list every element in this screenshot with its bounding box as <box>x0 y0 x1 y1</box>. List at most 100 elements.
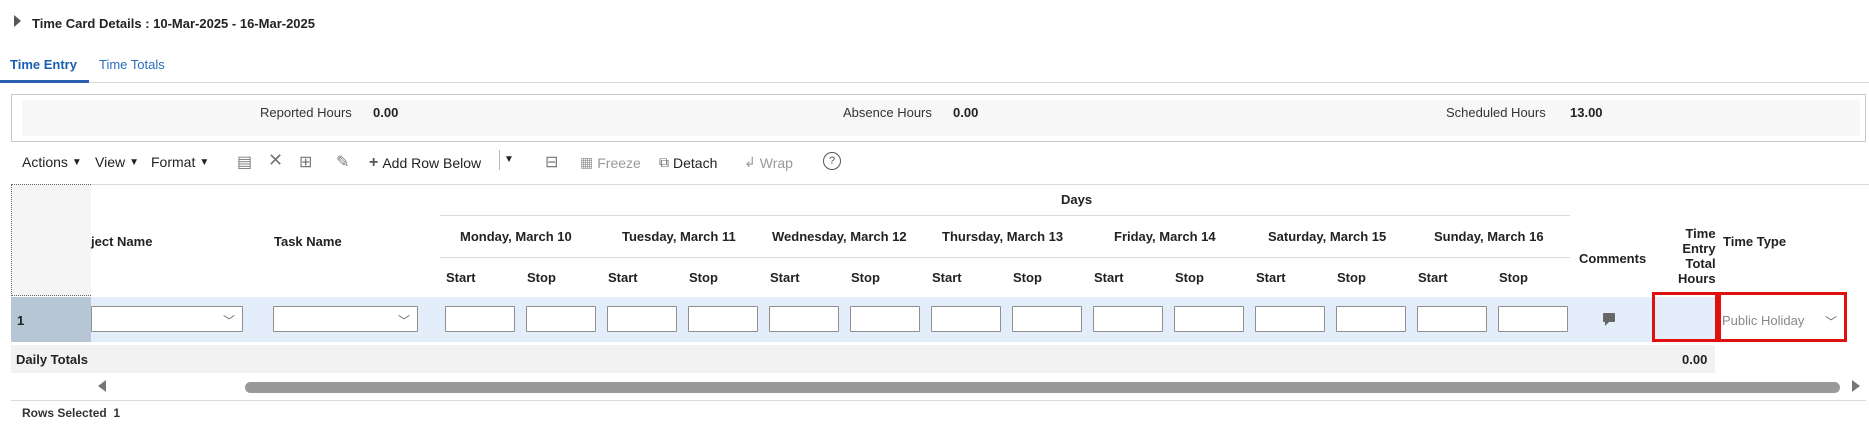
dates-divider <box>440 257 1570 258</box>
chevron-down-icon: ﹀ <box>223 314 236 328</box>
day-header-tuesday: Tuesday, March 11 <box>622 229 736 244</box>
reported-hours-value: 0.00 <box>373 105 399 120</box>
freeze-button[interactable]: ▦ Freeze <box>580 154 641 171</box>
view-label: View <box>95 154 126 170</box>
help-icon[interactable]: ? <box>823 152 841 170</box>
days-header: Days <box>1061 192 1093 207</box>
sunday-stop-input[interactable] <box>1498 306 1568 332</box>
scroll-left-arrow[interactable] <box>98 380 106 392</box>
format-label: Format <box>151 154 196 170</box>
stop-header: Stop <box>851 270 880 285</box>
grid-top-line <box>91 184 1869 185</box>
header-line: Time <box>1685 226 1716 241</box>
wrap-button[interactable]: ↲ Wrap <box>744 154 793 171</box>
wrap-label: Wrap <box>759 154 793 171</box>
highlight-box-time-type <box>1718 292 1847 342</box>
thursday-stop-input[interactable] <box>1012 306 1082 332</box>
start-header: Start <box>770 270 800 285</box>
day-header-thursday: Thursday, March 13 <box>942 229 1064 244</box>
plus-icon: + <box>369 154 379 171</box>
detach-button[interactable]: ⧉ Detach <box>659 154 717 171</box>
row-header-column <box>11 184 91 296</box>
caret-down-icon: ▼ <box>199 156 210 168</box>
chevron-down-icon: ﹀ <box>398 314 411 328</box>
monday-start-input[interactable] <box>445 306 515 332</box>
stop-header: Stop <box>1337 270 1366 285</box>
edit-pencil-icon[interactable]: ✎ <box>336 152 349 172</box>
sunday-start-input[interactable] <box>1417 306 1487 332</box>
friday-stop-input[interactable] <box>1174 306 1244 332</box>
tab-time-totals[interactable]: Time Totals <box>99 57 165 72</box>
freeze-label: Freeze <box>597 154 641 171</box>
absence-hours-value: 0.00 <box>953 105 979 120</box>
copy-icon[interactable]: ▤ <box>237 152 252 172</box>
highlight-box-total-hours <box>1652 292 1718 342</box>
reported-hours-label: Reported Hours <box>260 105 352 120</box>
scheduled-hours-value: 13.00 <box>1570 105 1603 120</box>
task-name-select[interactable]: ﹀ <box>273 306 418 332</box>
freeze-icon: ▦ <box>580 154 594 170</box>
wednesday-start-input[interactable] <box>769 306 839 332</box>
daily-totals-row <box>11 345 1715 373</box>
page-title: Time Card Details : 10-Mar-2025 - 16-Mar… <box>32 16 315 31</box>
daily-totals-label: Daily Totals <box>16 352 89 367</box>
comment-icon[interactable] <box>1603 313 1615 326</box>
saturday-stop-input[interactable] <box>1336 306 1406 332</box>
time-entry-total-hours-header: Time Entry Total Hours <box>1678 226 1716 286</box>
header-line: Entry <box>1682 241 1716 256</box>
start-header: Start <box>1418 270 1448 285</box>
start-header: Start <box>608 270 638 285</box>
day-header-friday: Friday, March 14 <box>1114 229 1216 244</box>
stop-header: Stop <box>1499 270 1528 285</box>
toolbar-separator <box>499 150 500 170</box>
format-menu[interactable]: Format ▼ <box>151 154 209 170</box>
rows-selected-status: Rows Selected 1 <box>22 406 120 420</box>
scheduled-hours-label: Scheduled Hours <box>1446 105 1546 120</box>
monday-stop-input[interactable] <box>526 306 596 332</box>
tab-time-entry[interactable]: Time Entry <box>10 57 77 72</box>
tuesday-start-input[interactable] <box>607 306 677 332</box>
daily-totals-value: 0.00 <box>1682 352 1708 367</box>
detach-icon: ⧉ <box>659 154 669 170</box>
tab-divider <box>0 82 1869 83</box>
wednesday-stop-input[interactable] <box>850 306 920 332</box>
header-line: Hours <box>1678 271 1716 286</box>
rows-selected-label: Rows Selected <box>22 406 107 420</box>
duplicate-icon[interactable]: ⊞ <box>299 152 312 172</box>
stop-header: Stop <box>527 270 556 285</box>
days-divider <box>440 215 1570 216</box>
rows-selected-count: 1 <box>113 406 121 420</box>
detach-label: Detach <box>673 154 718 171</box>
caret-down-icon: ▼ <box>129 156 139 168</box>
active-tab-indicator <box>0 80 89 83</box>
day-header-saturday: Saturday, March 15 <box>1268 229 1387 244</box>
tuesday-stop-input[interactable] <box>688 306 758 332</box>
expand-arrow-icon[interactable] <box>14 15 21 27</box>
stop-header: Stop <box>689 270 718 285</box>
actions-label: Actions <box>22 154 68 170</box>
time-type-header: Time Type <box>1723 234 1787 249</box>
header-line: Total <box>1685 256 1716 271</box>
saturday-start-input[interactable] <box>1255 306 1325 332</box>
thursday-start-input[interactable] <box>931 306 1001 332</box>
comments-header: Comments <box>1579 251 1647 266</box>
delete-icon[interactable]: ✕ <box>268 150 283 171</box>
task-name-header: Task Name <box>274 234 342 249</box>
scroll-right-arrow[interactable] <box>1852 380 1860 392</box>
project-name-header: ject Name <box>91 234 153 249</box>
day-header-monday: Monday, March 10 <box>460 229 572 244</box>
filter-icon[interactable]: ⊟ <box>545 152 558 172</box>
actions-menu[interactable]: Actions ▼ <box>22 154 82 170</box>
view-menu[interactable]: View ▼ <box>95 154 139 170</box>
start-header: Start <box>932 270 962 285</box>
start-header: Start <box>1256 270 1286 285</box>
horizontal-scrollbar-thumb[interactable] <box>245 382 1840 393</box>
friday-start-input[interactable] <box>1093 306 1163 332</box>
start-header: Start <box>446 270 476 285</box>
absence-hours-label: Absence Hours <box>843 105 932 120</box>
bottom-divider <box>11 400 1866 401</box>
row-number: 1 <box>17 313 25 328</box>
project-name-select[interactable]: ﹀ <box>91 306 243 332</box>
add-row-below-button[interactable]: + Add Row Below <box>369 154 481 172</box>
add-row-dropdown-button[interactable]: ▼ <box>504 154 514 165</box>
